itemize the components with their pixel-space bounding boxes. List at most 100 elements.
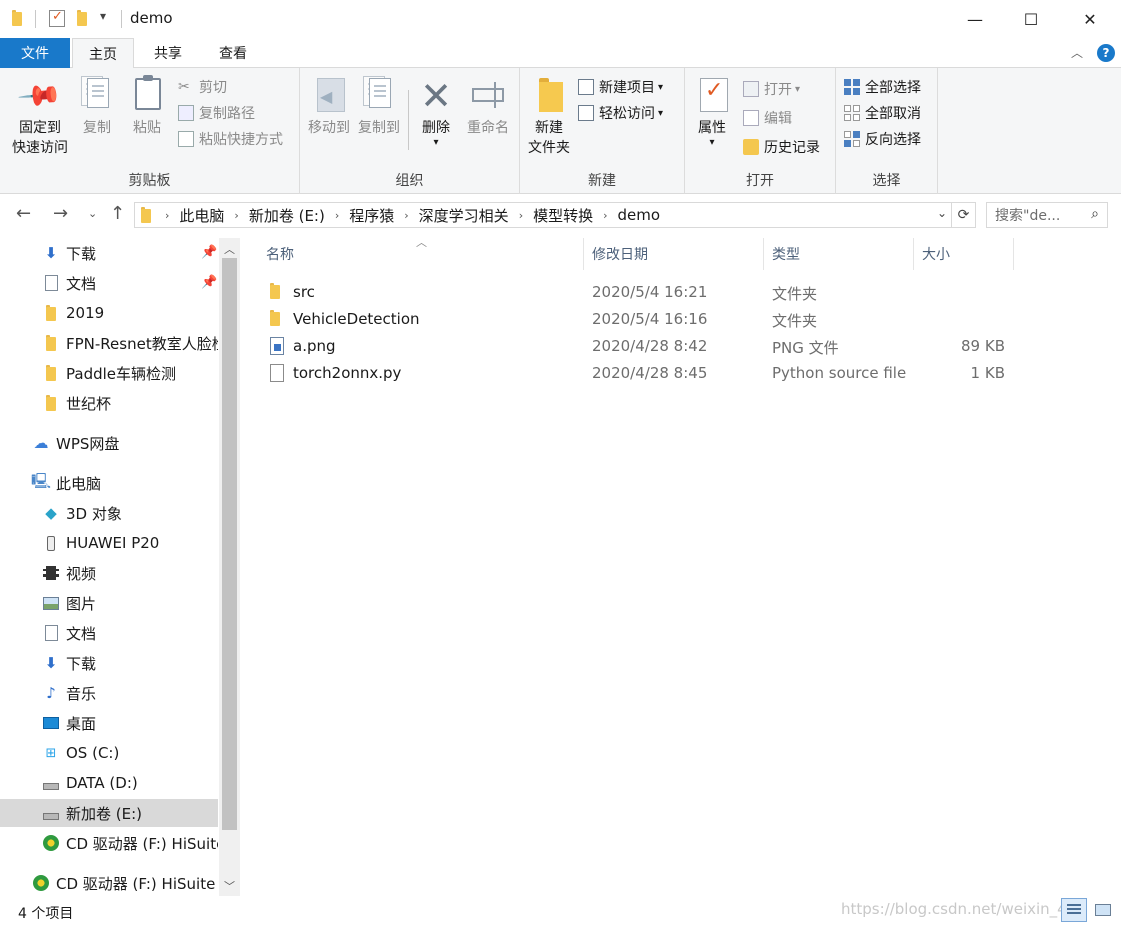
pin-quick-access-button[interactable]: 📌 固定到 快速访问 <box>6 72 74 158</box>
minimize-button[interactable]: — <box>946 0 1004 38</box>
select-none-button[interactable]: 全部取消 <box>844 102 921 124</box>
details-view-button[interactable] <box>1061 898 1087 922</box>
sidebar-item-century-cup[interactable]: 世纪杯 <box>0 389 218 417</box>
sidebar-item-videos[interactable]: 视频 <box>0 559 218 587</box>
help-icon[interactable]: ? <box>1097 44 1115 62</box>
back-arrow-icon[interactable]: ← <box>16 203 31 224</box>
open-button[interactable]: 打开 ▾ <box>743 78 800 100</box>
properties-qa-icon[interactable]: ✓ <box>49 9 65 27</box>
easy-access-button[interactable]: 轻松访问 ▾ <box>578 102 663 124</box>
tab-view[interactable]: 查看 <box>202 38 264 68</box>
sidebar-item-desktop[interactable]: 桌面 <box>0 709 218 737</box>
new-folder-button[interactable]: 新建 文件夹 <box>524 74 574 158</box>
address-bar[interactable]: › 此电脑 › 新加卷 (E:) › 程序猿 › 深度学习相关 › 模型转换 ›… <box>134 202 952 228</box>
refresh-button[interactable]: ⟳ <box>952 202 976 228</box>
sidebar-item-label: 新加卷 (E:) <box>66 804 143 823</box>
sidebar-item-cd-drive[interactable]: CD 驱动器 (F:) HiSuite <box>0 869 218 896</box>
cut-button[interactable]: ✂ 剪切 <box>178 76 227 98</box>
column-header-label: 名称 <box>266 247 294 263</box>
column-header-type[interactable]: 类型 <box>764 238 914 270</box>
recent-locations-chevron-icon[interactable]: ⌄ <box>88 207 97 220</box>
pin-icon[interactable]: 📌 <box>201 275 217 290</box>
sidebar-item-pictures[interactable]: 图片 <box>0 589 218 617</box>
breadcrumb-deep-learning[interactable]: 深度学习相关 <box>419 205 509 226</box>
qa-dropdown-icon[interactable]: ▾ <box>100 9 106 29</box>
copy-button[interactable]: 复制 <box>76 74 118 138</box>
close-button[interactable]: ✕ <box>1061 0 1119 38</box>
up-arrow-icon[interactable]: ↑ <box>110 203 125 224</box>
breadcrumb-separator-icon[interactable]: › <box>335 209 339 222</box>
large-icons-view-button[interactable] <box>1090 898 1116 922</box>
sidebar-item-3d-objects[interactable]: ◆ 3D 对象 <box>0 499 218 527</box>
breadcrumb-separator-icon[interactable]: › <box>234 209 238 222</box>
properties-button[interactable]: 属性 ▾ <box>691 74 733 148</box>
sidebar-item-quick-download[interactable]: ⬇ 下载 <box>0 239 218 267</box>
breadcrumb-separator-icon[interactable]: › <box>165 209 169 222</box>
sidebar-item-drive-d[interactable]: DATA (D:) <box>0 769 218 797</box>
breadcrumb-demo[interactable]: demo <box>618 206 661 224</box>
ribbon-collapse-icon[interactable]: ︿ <box>1071 44 1083 61</box>
scroll-up-icon[interactable]: ︿ <box>224 241 235 257</box>
edit-button[interactable]: 编辑 <box>743 107 792 129</box>
column-header-size[interactable]: 大小 <box>914 238 1014 270</box>
delete-dropdown-icon[interactable]: ▾ <box>416 138 456 148</box>
column-header-name[interactable]: 名称 <box>258 238 584 270</box>
file-icon <box>270 364 284 382</box>
column-header-date[interactable]: 修改日期 <box>584 238 764 270</box>
file-row[interactable]: src 2020/5/4 16:21 文件夹 <box>258 279 1018 306</box>
sidebar-item-fpn-resnet[interactable]: FPN-Resnet教室人脸检 <box>0 329 218 357</box>
sidebar-item-this-pc[interactable]: 🖳 此电脑 <box>0 469 218 497</box>
forward-arrow-icon[interactable]: → <box>53 203 68 224</box>
select-all-button[interactable]: 全部选择 <box>844 76 921 98</box>
tab-file[interactable]: 文件 <box>0 38 70 68</box>
copy-path-button[interactable]: 复制路径 <box>178 102 255 124</box>
open-dropdown-icon: ▾ <box>795 83 801 95</box>
scroll-down-icon[interactable]: ﹀ <box>224 878 235 894</box>
breadcrumb-separator-icon[interactable]: › <box>603 209 607 222</box>
delete-button[interactable]: ✕ 删除 ▾ <box>416 74 456 148</box>
breadcrumb-separator-icon[interactable]: › <box>404 209 408 222</box>
new-folder-qa-icon[interactable] <box>77 10 87 30</box>
search-input[interactable]: 搜索"de... ⌕ <box>986 202 1108 228</box>
scroll-thumb[interactable] <box>222 258 237 830</box>
3d-objects-icon: ◆ <box>45 504 57 522</box>
sidebar-item-downloads[interactable]: ⬇ 下载 <box>0 649 218 677</box>
tab-home[interactable]: 主页 <box>72 38 134 69</box>
breadcrumb-model-conversion[interactable]: 模型转换 <box>533 205 593 226</box>
sidebar-item-2019[interactable]: 2019 <box>0 299 218 327</box>
sidebar-item-huawei-p20[interactable]: HUAWEI P20 <box>0 529 218 557</box>
new-group-label: 新建 <box>588 173 616 189</box>
tab-share[interactable]: 共享 <box>138 38 198 68</box>
paste-button[interactable]: 粘贴 <box>126 74 168 138</box>
file-row[interactable]: VehicleDetection 2020/5/4 16:16 文件夹 <box>258 306 1018 333</box>
properties-icon <box>694 76 730 116</box>
sidebar-item-music[interactable]: ♪ 音乐 <box>0 679 218 707</box>
properties-dropdown-icon[interactable]: ▾ <box>691 138 733 148</box>
sidebar-scrollbar[interactable]: ︿ ﹀ <box>219 238 240 896</box>
file-row[interactable]: torch2onnx.py 2020/4/28 8:45 Python sour… <box>258 360 1018 387</box>
address-dropdown-icon[interactable]: ⌄ <box>937 206 947 220</box>
file-row[interactable]: a.png 2020/4/28 8:42 PNG 文件 89 KB <box>258 333 1018 360</box>
invert-selection-button[interactable]: 反向选择 <box>844 128 921 150</box>
breadcrumb-programmer[interactable]: 程序猿 <box>349 205 394 226</box>
sidebar-item-paddle[interactable]: Paddle车辆检测 <box>0 359 218 387</box>
move-to-button[interactable]: 移动到 <box>306 74 352 138</box>
rename-button[interactable]: 重命名 <box>462 74 514 138</box>
sidebar-item-wps[interactable]: ☁ WPS网盘 <box>0 429 218 457</box>
file-name: torch2onnx.py <box>293 364 402 382</box>
address-folder-icon <box>141 207 151 223</box>
history-button[interactable]: 历史记录 <box>743 136 820 158</box>
sidebar-item-drive-f[interactable]: CD 驱动器 (F:) HiSuite <box>0 829 218 857</box>
sidebar-item-drive-c[interactable]: ⊞ OS (C:) <box>0 739 218 767</box>
maximize-button[interactable]: ☐ <box>1002 0 1060 38</box>
sidebar-item-quick-documents[interactable]: 文档 <box>0 269 218 297</box>
copy-to-button[interactable]: 复制到 <box>356 74 402 138</box>
paste-shortcut-button[interactable]: 粘贴快捷方式 <box>178 128 283 150</box>
sidebar-item-documents[interactable]: 文档 <box>0 619 218 647</box>
new-item-button[interactable]: 新建项目 ▾ <box>578 76 663 98</box>
sidebar-item-drive-e[interactable]: 新加卷 (E:) <box>0 799 218 827</box>
breadcrumb-drive-e[interactable]: 新加卷 (E:) <box>249 205 325 226</box>
breadcrumb-separator-icon[interactable]: › <box>519 209 523 222</box>
pin-icon[interactable]: 📌 <box>201 245 217 260</box>
breadcrumb-this-pc[interactable]: 此电脑 <box>179 205 224 226</box>
